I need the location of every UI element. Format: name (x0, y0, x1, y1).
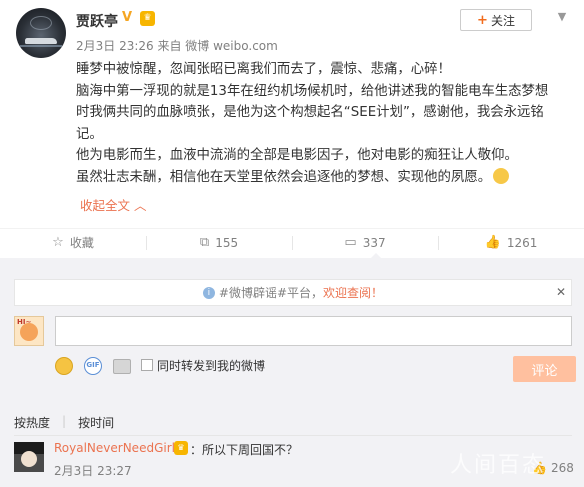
emoji-icon[interactable] (55, 357, 73, 375)
post-action-bar: ☆ 收藏 ⧉ 155 ▭ 337 👍 1261 (0, 228, 584, 256)
thumbs-up-icon: 👍 (484, 235, 501, 250)
comment-count: 337 (362, 235, 386, 250)
post-paragraph: 虽然壮志未酬，相信他在天堂里依然会追逐他的梦想、实现他的夙愿。 (76, 169, 492, 185)
notice-link[interactable]: 欢迎查阅！ (323, 284, 383, 301)
comment-text: ：所以下周回国不？ (190, 443, 299, 457)
my-avatar: HI~ (14, 316, 44, 346)
author-name[interactable]: 贾跃亭 (76, 11, 118, 31)
repost-icon: ⧉ (199, 235, 210, 250)
member-crown-icon: ♛ (140, 11, 155, 26)
member-crown-icon: ♛ (174, 441, 188, 455)
divider (14, 435, 572, 436)
follow-button[interactable]: + 关注 (460, 9, 532, 31)
verified-v-icon: V (122, 10, 133, 25)
repost-count: 155 (215, 235, 239, 250)
comment-button[interactable]: ▭ 337 (292, 229, 438, 256)
follow-label: 关注 (490, 13, 515, 28)
sort-bar: 按热度 | 按时间 (14, 414, 114, 431)
star-icon: ☆ (52, 235, 64, 250)
like-button[interactable]: 👍 1261 (438, 229, 584, 256)
like-count: 1261 (506, 235, 538, 250)
comment-time: 2月3日 23:27 (54, 464, 132, 478)
sort-by-time[interactable]: 按时间 (78, 414, 114, 431)
gif-icon[interactable]: GIF (84, 357, 102, 375)
plus-icon: + (477, 12, 488, 28)
comment-like-count: 268 (550, 461, 574, 475)
comment-input[interactable] (55, 316, 572, 346)
commenter-name[interactable]: RoyalNeverNeedGirls (54, 441, 181, 455)
comment-caret (370, 253, 382, 259)
comment-icon: ▭ (344, 235, 357, 250)
post-paragraph: 他为电影而生，血液中流淌的全部是电影因子，他对电影的痴狂让人敬仰。 (76, 148, 518, 164)
crying-emoji-icon (493, 167, 510, 184)
notice-text: #微博辟谣#平台， (218, 286, 324, 300)
author-avatar[interactable] (16, 8, 66, 58)
post-paragraph: 睡梦中被惊醒，忽闻张昭已离我们而去了，震惊、悲痛，心碎！ (76, 62, 451, 77)
sort-by-hot[interactable]: 按热度 (14, 414, 50, 431)
image-icon[interactable] (113, 359, 131, 374)
favorite-label: 收藏 (69, 236, 94, 250)
post-content: 睡梦中被惊醒，忽闻张昭已离我们而去了，震惊、悲痛，心碎！ 脑海中第一浮现的就是1… (76, 59, 556, 189)
post-paragraph: 脑海中第一浮现的就是13年在纽约机场候机时，给他讲述我的智能电车生态梦想时我俩共… (76, 83, 549, 142)
close-icon[interactable]: ✕ (556, 285, 566, 299)
sort-divider: | (62, 414, 67, 428)
commenter-avatar[interactable] (14, 442, 44, 472)
watermark: 人间百态 (450, 453, 547, 478)
repost-button[interactable]: ⧉ 155 (146, 229, 292, 256)
repost-checkbox[interactable] (141, 359, 153, 371)
repost-checkbox-label: 同时转发到我的微博 (157, 359, 266, 373)
submit-comment-button[interactable]: 评论 (513, 356, 576, 382)
chevron-down-icon[interactable]: ▼ (554, 9, 570, 25)
info-icon: i (202, 286, 215, 299)
favorite-button[interactable]: ☆ 收藏 (0, 229, 146, 256)
collapse-link[interactable]: 收起全文 ︿ (80, 195, 146, 214)
post-meta: 2月3日 23:26 来自 微博 weibo.com (76, 39, 278, 53)
weibo-post: 贾跃亭 V ♛ 2月3日 23:26 来自 微博 weibo.com + 关注 … (0, 0, 584, 228)
notice-banner: i #微博辟谣#平台， 欢迎查阅！ (14, 279, 572, 306)
